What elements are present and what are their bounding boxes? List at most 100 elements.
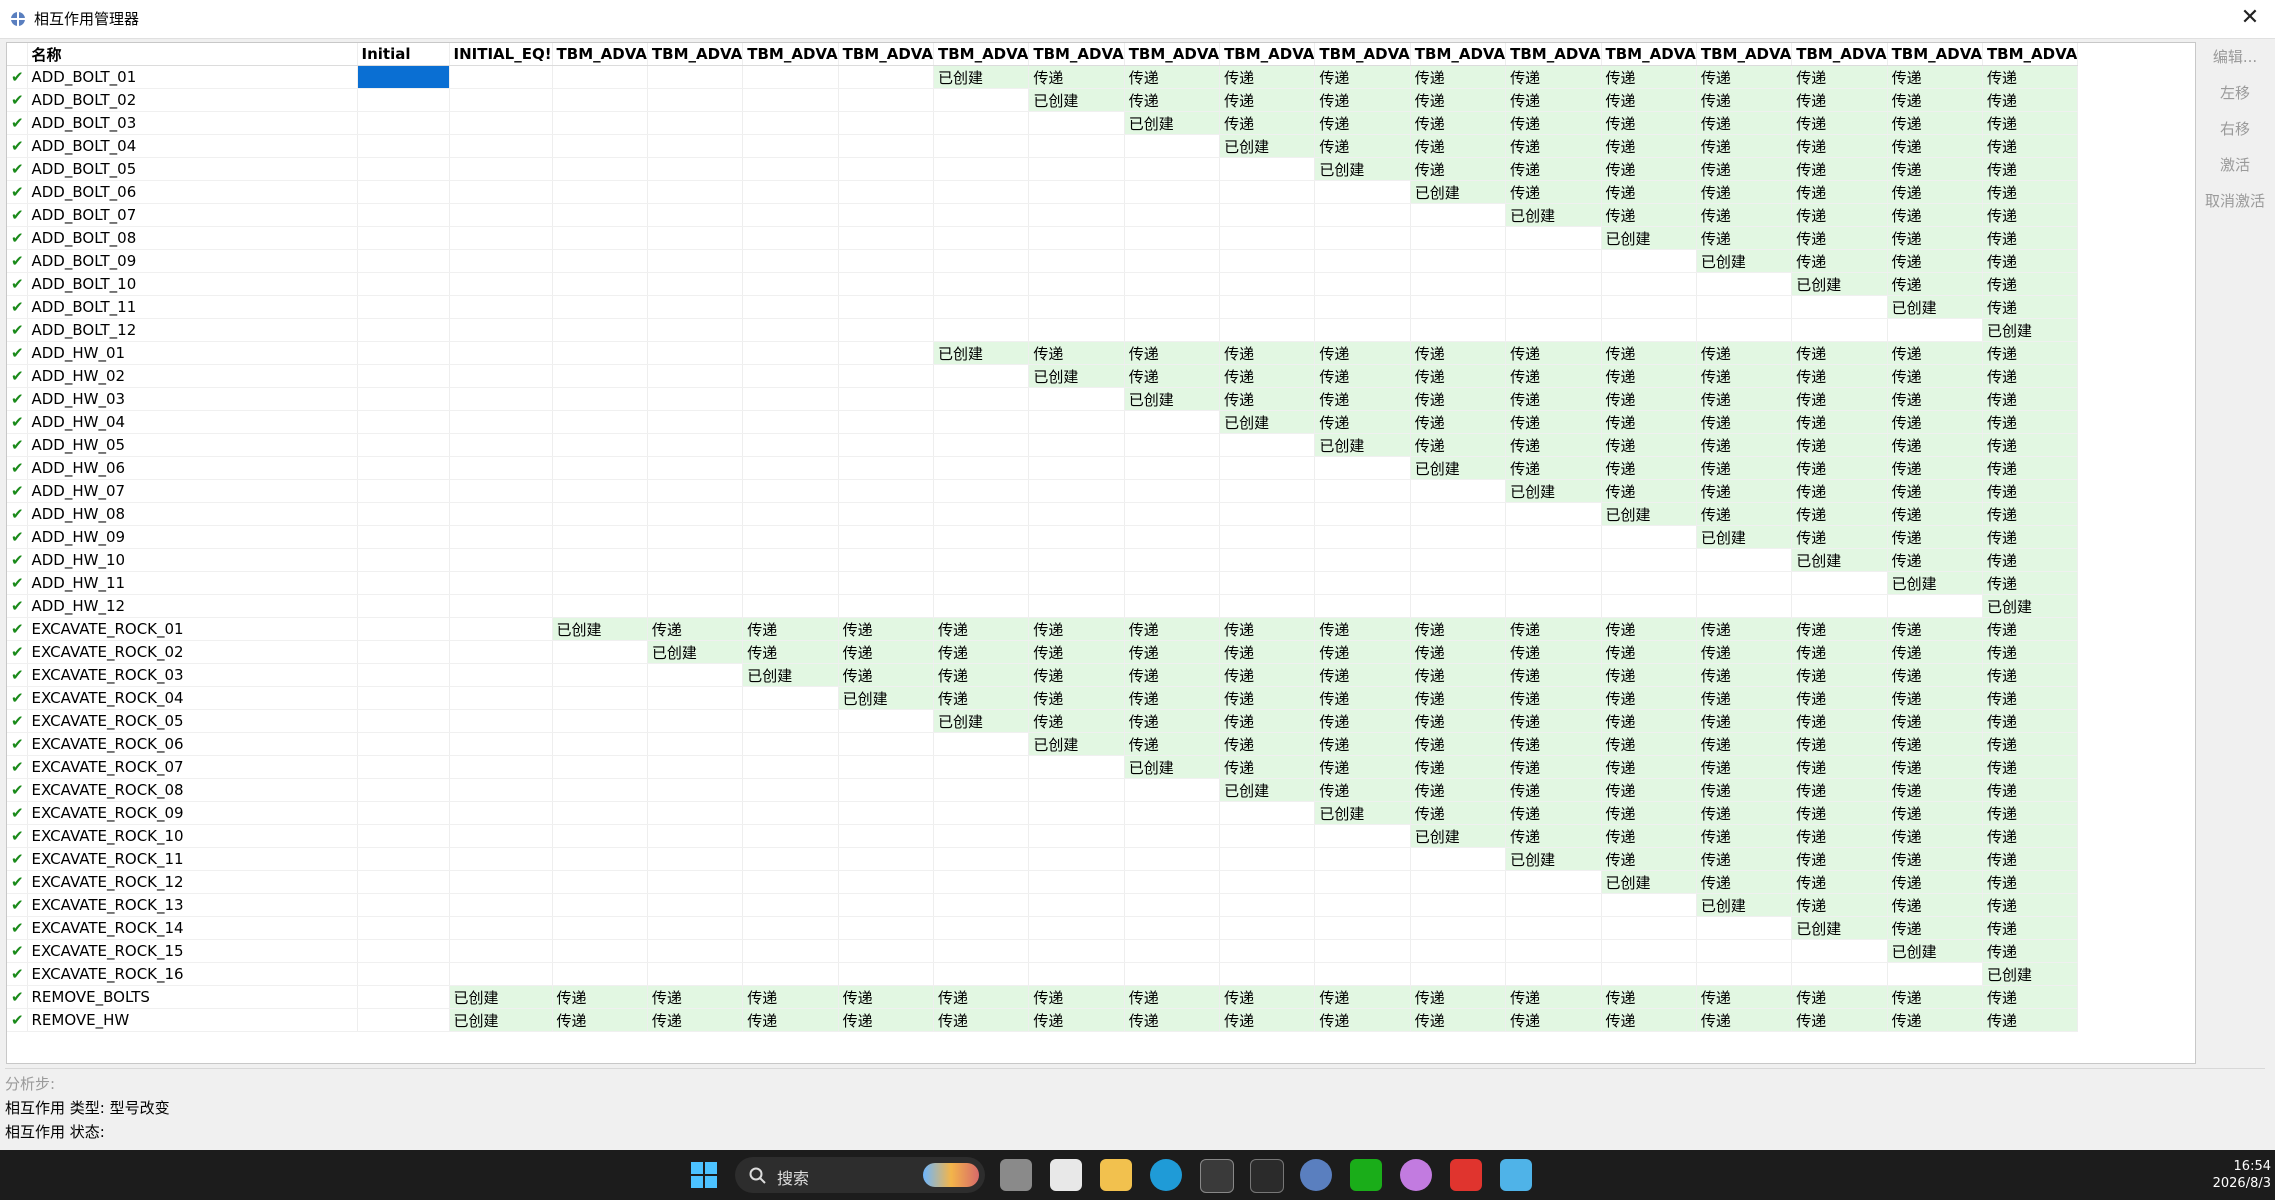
empty-cell[interactable] — [1219, 893, 1316, 917]
empty-cell[interactable] — [357, 847, 450, 871]
empty-cell[interactable] — [647, 939, 744, 963]
status-propagated-cell[interactable]: 传递 — [1982, 456, 2079, 480]
status-propagated-cell[interactable]: 传递 — [1505, 1008, 1602, 1032]
empty-cell[interactable] — [647, 318, 744, 342]
empty-cell[interactable] — [1791, 295, 1888, 319]
status-propagated-cell[interactable]: 传递 — [1028, 341, 1125, 365]
table-row[interactable]: ✔ ADD_BOLT_01 已创建 传递 传递 传递 传递 传递 传递 传递 传递 传递 传递 传递 — [7, 65, 2079, 89]
empty-cell[interactable] — [933, 387, 1030, 411]
status-propagated-cell[interactable]: 传递 — [742, 1008, 839, 1032]
status-created-cell[interactable]: 已创建 — [1791, 916, 1888, 940]
status-propagated-cell[interactable]: 传递 — [933, 640, 1030, 664]
status-propagated-cell[interactable]: 传递 — [1791, 157, 1888, 181]
table-row[interactable]: ✔ ADD_BOLT_05 已创建 传递 传递 传递 传递 传递 传递 传递 — [7, 157, 2079, 181]
status-propagated-cell[interactable]: 传递 — [1887, 663, 1983, 687]
active-check-icon[interactable]: ✔ — [7, 732, 28, 756]
active-check-icon[interactable]: ✔ — [7, 88, 28, 112]
status-created-cell[interactable]: 已创建 — [552, 617, 648, 641]
empty-cell[interactable] — [1124, 456, 1221, 480]
status-propagated-cell[interactable]: 传递 — [1505, 341, 1602, 365]
interaction-name[interactable]: ADD_HW_01 — [27, 341, 358, 365]
interaction-name[interactable]: EXCAVATE_ROCK_12 — [27, 870, 358, 894]
empty-cell[interactable] — [357, 387, 450, 411]
empty-cell[interactable] — [647, 410, 744, 434]
empty-cell[interactable] — [742, 364, 839, 388]
status-propagated-cell[interactable]: 传递 — [1601, 433, 1697, 457]
empty-cell[interactable] — [552, 157, 648, 181]
status-propagated-cell[interactable]: 传递 — [1791, 847, 1888, 871]
interaction-name[interactable]: ADD_BOLT_03 — [27, 111, 358, 135]
status-propagated-cell[interactable]: 传递 — [1696, 732, 1793, 756]
status-propagated-cell[interactable]: 传递 — [1124, 985, 1221, 1009]
move-right-button[interactable]: 右移 — [2200, 114, 2270, 146]
deactivate-button[interactable]: 取消激活 — [2200, 186, 2270, 218]
status-propagated-cell[interactable]: 传递 — [1982, 824, 2079, 848]
empty-cell[interactable] — [1314, 962, 1411, 986]
status-propagated-cell[interactable]: 传递 — [1791, 778, 1888, 802]
empty-cell[interactable] — [1028, 433, 1125, 457]
active-check-icon[interactable]: ✔ — [7, 847, 28, 871]
empty-cell[interactable] — [1505, 272, 1602, 296]
empty-cell[interactable] — [357, 893, 450, 917]
status-propagated-cell[interactable]: 传递 — [1314, 985, 1411, 1009]
empty-cell[interactable] — [552, 571, 648, 595]
empty-cell[interactable] — [647, 732, 744, 756]
status-propagated-cell[interactable]: 传递 — [1982, 778, 2079, 802]
interaction-name[interactable]: EXCAVATE_ROCK_09 — [27, 801, 358, 825]
status-propagated-cell[interactable]: 传递 — [1505, 755, 1602, 779]
status-propagated-cell[interactable]: 传递 — [1505, 732, 1602, 756]
empty-cell[interactable] — [1219, 180, 1316, 204]
status-propagated-cell[interactable]: 传递 — [1601, 88, 1697, 112]
empty-cell[interactable] — [933, 364, 1030, 388]
status-created-cell[interactable]: 已创建 — [1696, 525, 1793, 549]
status-propagated-cell[interactable]: 传递 — [1982, 502, 2079, 526]
empty-cell[interactable] — [933, 111, 1030, 135]
empty-cell[interactable] — [742, 410, 839, 434]
status-propagated-cell[interactable]: 传递 — [1410, 985, 1507, 1009]
empty-cell[interactable] — [1028, 180, 1125, 204]
status-propagated-cell[interactable]: 传递 — [1505, 180, 1602, 204]
empty-cell[interactable] — [1410, 272, 1507, 296]
empty-cell[interactable] — [647, 88, 744, 112]
empty-cell[interactable] — [1314, 318, 1411, 342]
interaction-name[interactable]: ADD_BOLT_02 — [27, 88, 358, 112]
status-propagated-cell[interactable]: 传递 — [1505, 410, 1602, 434]
status-propagated-cell[interactable]: 传递 — [1410, 778, 1507, 802]
table-row[interactable]: ✔ ADD_HW_05 已创建 传递 传递 传递 传递 传递 传递 传递 — [7, 433, 2079, 457]
empty-cell[interactable] — [1791, 939, 1888, 963]
empty-cell[interactable] — [552, 65, 648, 89]
empty-cell[interactable] — [933, 594, 1030, 618]
status-propagated-cell[interactable]: 传递 — [1601, 663, 1697, 687]
empty-cell[interactable] — [838, 916, 934, 940]
empty-cell[interactable] — [1601, 525, 1697, 549]
status-propagated-cell[interactable]: 传递 — [1791, 525, 1888, 549]
table-row[interactable]: ✔ ADD_BOLT_06 已创建 传递 传递 传递 传递 传递 传递 — [7, 180, 2079, 204]
table-row[interactable]: ✔ REMOVE_BOLTS 已创建 传递 传递 传递 传递 传递 传递 传递 传递 传递 传递 传递 传递… — [7, 985, 2079, 1009]
empty-cell[interactable] — [838, 203, 934, 227]
active-check-icon[interactable]: ✔ — [7, 226, 28, 250]
interaction-name[interactable]: ADD_BOLT_10 — [27, 272, 358, 296]
empty-cell[interactable] — [552, 88, 648, 112]
status-created-cell[interactable]: 已创建 — [1505, 479, 1602, 503]
empty-cell[interactable] — [449, 410, 553, 434]
status-created-cell[interactable]: 已创建 — [1028, 364, 1125, 388]
chatgpt-icon[interactable] — [1050, 1159, 1082, 1191]
status-propagated-cell[interactable]: 传递 — [1887, 272, 1983, 296]
empty-cell[interactable] — [1314, 295, 1411, 319]
status-propagated-cell[interactable]: 传递 — [1601, 364, 1697, 388]
cat-app-icon[interactable] — [1400, 1159, 1432, 1191]
empty-cell[interactable] — [1028, 456, 1125, 480]
status-propagated-cell[interactable]: 传递 — [1601, 686, 1697, 710]
empty-cell[interactable] — [1505, 571, 1602, 595]
empty-cell[interactable] — [552, 203, 648, 227]
status-propagated-cell[interactable]: 传递 — [1696, 617, 1793, 641]
empty-cell[interactable] — [838, 755, 934, 779]
empty-cell[interactable] — [838, 249, 934, 273]
taskbar-search[interactable]: 搜索 — [735, 1157, 985, 1193]
status-propagated-cell[interactable]: 传递 — [1314, 65, 1411, 89]
status-propagated-cell[interactable]: 传递 — [1410, 157, 1507, 181]
empty-cell[interactable] — [449, 272, 553, 296]
status-propagated-cell[interactable]: 传递 — [1791, 226, 1888, 250]
empty-cell[interactable] — [1124, 916, 1221, 940]
empty-cell[interactable] — [1124, 939, 1221, 963]
